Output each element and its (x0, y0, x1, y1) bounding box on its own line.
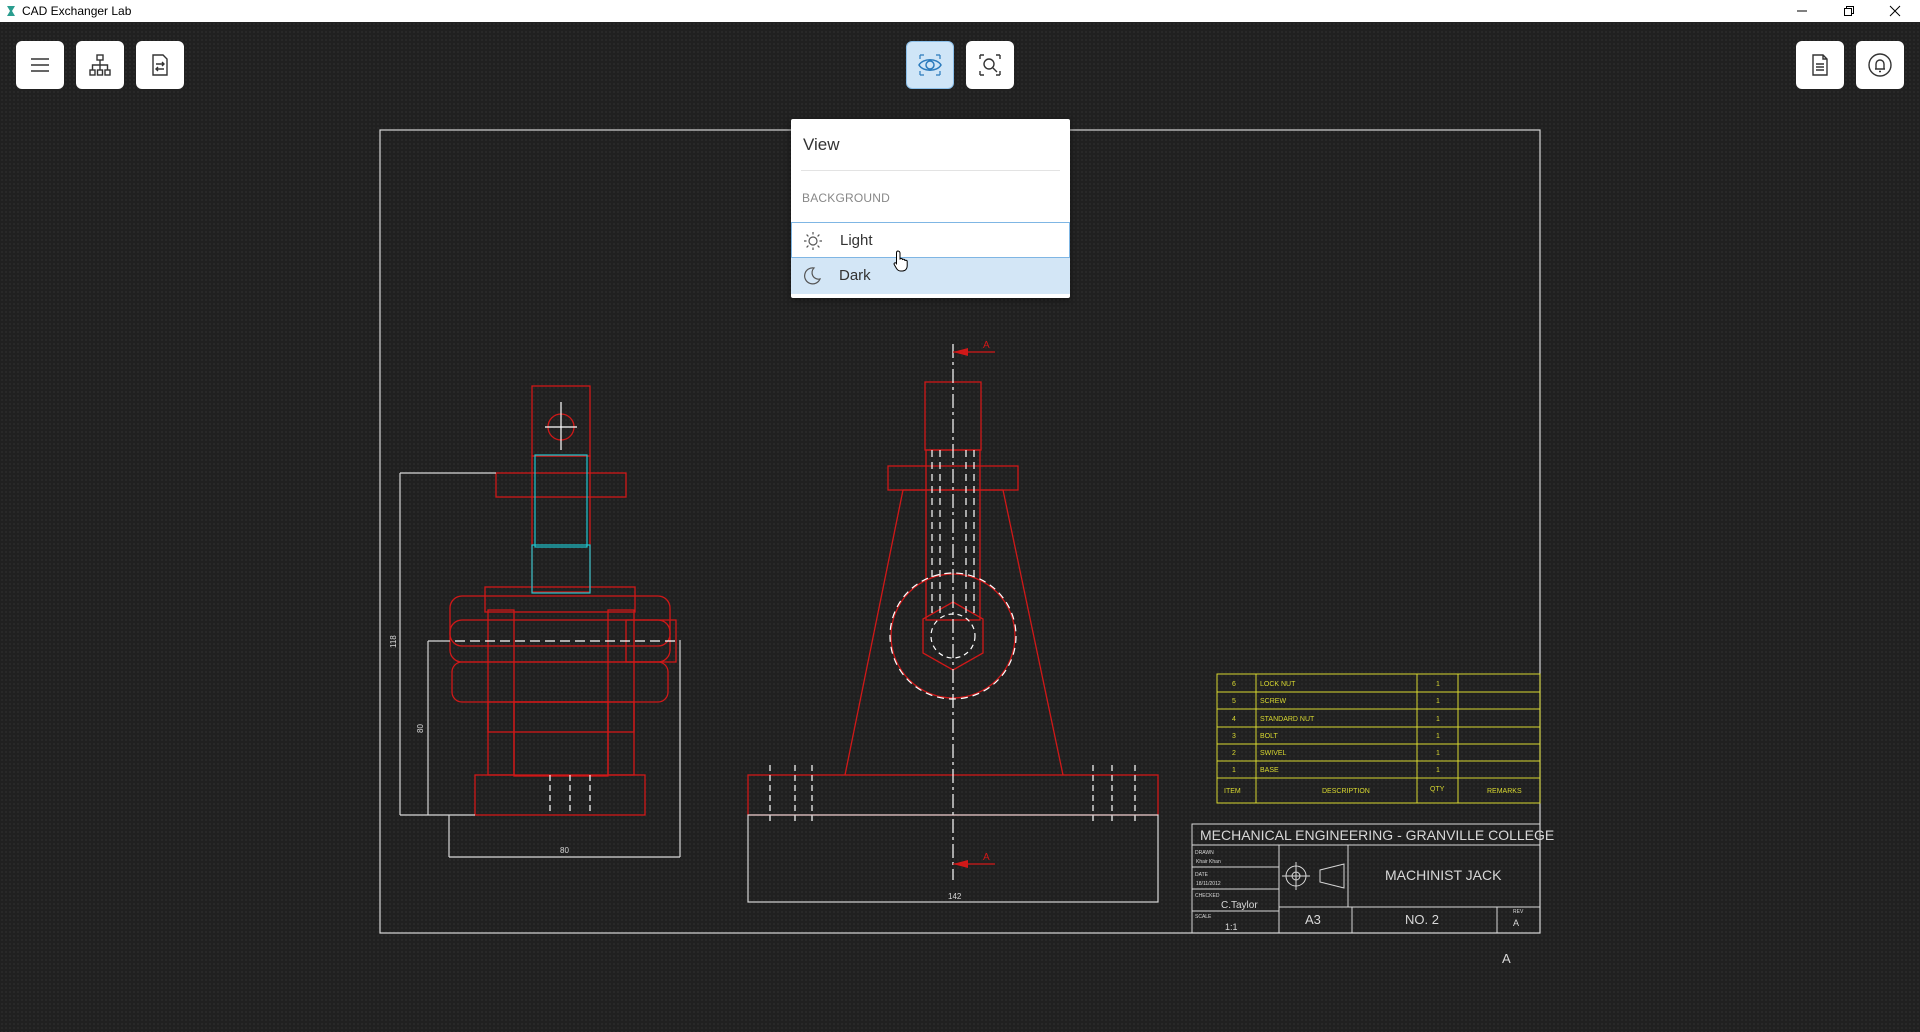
table-header: QTY (1430, 786, 1445, 793)
moon-icon (804, 267, 822, 285)
table-row: 1 (1436, 698, 1440, 705)
table-row: SWIVEL (1260, 750, 1287, 757)
rev-label: REV (1513, 909, 1524, 915)
view-dropdown-title: View (803, 135, 840, 154)
divider (801, 170, 1060, 171)
table-row: 4 (1232, 716, 1236, 723)
view-menu-button[interactable] (906, 41, 954, 89)
table-header: REMARKS (1487, 788, 1522, 795)
background-option-dark-label: Dark (839, 267, 871, 284)
hand-pointer-cursor-icon (893, 250, 908, 272)
dimension-118: 118 (389, 635, 398, 648)
drawn-label: DRAWN (1195, 850, 1214, 856)
window-title: CAD Exchanger Lab (22, 4, 132, 18)
background-option-dark[interactable]: Dark (791, 258, 1070, 294)
background-option-light-label: Light (840, 232, 873, 249)
title-block-text: MECHANICAL ENGINEERING - GRANVILLE COLLE… (1195, 827, 1554, 966)
side-view-details (399, 402, 681, 858)
view-eye-icon (918, 54, 942, 76)
side-view (449, 385, 677, 816)
sun-icon (804, 232, 822, 250)
view-dropdown: View BACKGROUND Light Dark (791, 119, 1070, 298)
sheet-size: A3 (1305, 912, 1321, 927)
table-row: STANDARD NUT (1260, 716, 1315, 723)
structure-tree-button[interactable] (76, 41, 124, 89)
table-row: BOLT (1260, 733, 1278, 740)
minimize-button[interactable] (1780, 0, 1824, 22)
front-view-details (747, 344, 1159, 903)
notifications-bell-icon (1868, 53, 1892, 77)
scale-label: SCALE (1195, 914, 1212, 920)
table-row: 1 (1436, 681, 1440, 688)
table-row: 3 (1232, 733, 1236, 740)
scale-value: 1:1 (1225, 922, 1238, 932)
table-row: 1 (1436, 750, 1440, 757)
drawing-title: MACHINIST JACK (1385, 867, 1502, 883)
table-row: 1 (1232, 767, 1236, 774)
dimension-80-horizontal: 80 (560, 846, 569, 855)
table-row: 2 (1232, 750, 1236, 757)
dimension-142: 142 (948, 892, 962, 901)
background-option-light[interactable]: Light (791, 222, 1070, 258)
convert-icon (152, 54, 168, 76)
drawing-number: NO. 2 (1405, 912, 1439, 927)
structure-tree-icon (89, 54, 111, 76)
section-marker-bottom: A (983, 852, 990, 863)
rev-value: A (1513, 918, 1519, 928)
restore-button[interactable] (1827, 0, 1871, 22)
fit-zoom-icon (979, 54, 1001, 76)
checked-by: C.Taylor (1221, 900, 1258, 911)
table-row: 1 (1436, 733, 1440, 740)
table-header: DESCRIPTION (1322, 788, 1370, 795)
date-label: DATE (1195, 872, 1209, 878)
convert-button[interactable] (136, 41, 184, 89)
section-marker-top: A (983, 340, 990, 351)
table-row: 1 (1436, 716, 1440, 723)
table-row: BASE (1260, 767, 1279, 774)
footer-letter: A (1502, 951, 1511, 966)
table-row: 6 (1232, 681, 1236, 688)
app-logo-icon (7, 6, 15, 16)
restore-icon (1844, 6, 1854, 16)
main-menu-button[interactable] (16, 41, 64, 89)
table-row: LOCK NUT (1260, 681, 1296, 688)
close-icon (1889, 5, 1901, 17)
properties-button[interactable] (1796, 41, 1844, 89)
date-value: 18/11/2012 (1196, 881, 1221, 887)
table-row: SCREW (1260, 698, 1286, 705)
table-header: ITEM (1224, 788, 1241, 795)
institution-name: MECHANICAL ENGINEERING - GRANVILLE COLLE… (1200, 827, 1554, 843)
menu-icon (31, 58, 49, 72)
properties-document-icon (1812, 54, 1828, 76)
notifications-button[interactable] (1856, 41, 1904, 89)
dimension-80-vertical: 80 (416, 724, 425, 733)
drawing-viewport[interactable]: 118 80 80 A A 142 6 LOCK NUT 1 5 SCREW 1… (0, 22, 1920, 1032)
fit-zoom-button[interactable] (966, 41, 1014, 89)
title-bar: CAD Exchanger Lab (0, 0, 1920, 23)
close-button[interactable] (1873, 0, 1917, 22)
background-section-label: BACKGROUND (802, 191, 891, 205)
table-row: 1 (1436, 767, 1440, 774)
minimize-icon (1797, 10, 1807, 12)
table-row: 5 (1232, 698, 1236, 705)
drawn-by: Khair Khan (1196, 859, 1221, 865)
checked-label: CHECKED (1195, 893, 1220, 899)
